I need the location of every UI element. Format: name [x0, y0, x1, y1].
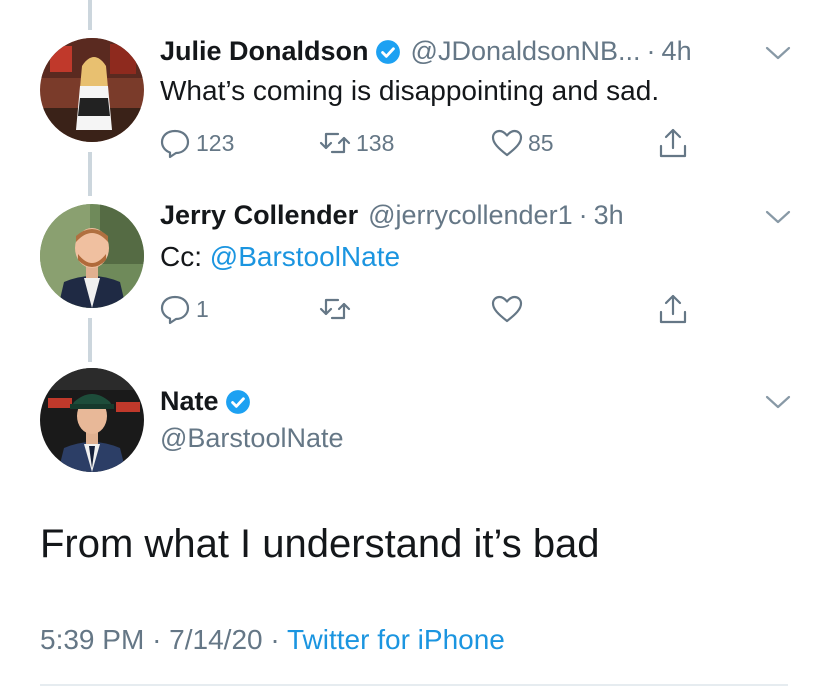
- chevron-down-icon[interactable]: [765, 209, 791, 225]
- thread-line-middle: [88, 152, 92, 196]
- like-button[interactable]: [490, 292, 528, 326]
- retweet-icon: [319, 132, 351, 154]
- author-name[interactable]: Julie Donaldson: [160, 36, 369, 67]
- thread-line-bottom: [88, 318, 92, 362]
- author-name[interactable]: Nate: [160, 386, 219, 417]
- tweet-text-prefix: Cc:: [160, 241, 210, 272]
- tweet-actions: 123 138 85: [158, 126, 698, 162]
- reply-icon: [160, 295, 190, 325]
- tweet-header: Jerry Collender @jerrycollender1 · 3h: [160, 200, 624, 231]
- tweet-header: Julie Donaldson @JDonaldsonNB... · 4h: [160, 36, 692, 67]
- tweet-date: 7/14/20: [169, 624, 263, 655]
- author-handle[interactable]: @BarstoolNate: [160, 423, 344, 454]
- retweet-button[interactable]: 138: [318, 126, 394, 160]
- thread-line-top: [88, 0, 92, 30]
- tweet-timestamp[interactable]: 4h: [662, 36, 692, 67]
- like-icon: [491, 295, 523, 323]
- separator-dot: ·: [646, 36, 656, 66]
- tweet-time: 5:39 PM: [40, 624, 145, 655]
- retweet-button[interactable]: [318, 292, 356, 326]
- main-tweet-text: From what I understand it’s bad: [40, 522, 600, 566]
- separator-dot: ·: [270, 624, 280, 655]
- share-icon: [659, 294, 687, 324]
- tweet-header: Nate: [160, 386, 251, 417]
- retweet-icon: [319, 298, 351, 320]
- chevron-down-icon[interactable]: [765, 45, 791, 61]
- tweet-text: Cc: @BarstoolNate: [160, 241, 400, 273]
- author-handle[interactable]: @jerrycollender1: [368, 200, 573, 231]
- author-handle[interactable]: @JDonaldsonNB...: [411, 36, 641, 67]
- tweet-meta: 5:39 PM · 7/14/20 · Twitter for iPhone: [40, 624, 505, 656]
- tweet-source-link[interactable]: Twitter for iPhone: [287, 624, 505, 655]
- retweet-count: 138: [356, 129, 395, 156]
- like-icon: [491, 129, 523, 157]
- like-button[interactable]: 85: [490, 126, 554, 160]
- separator-dot: ·: [152, 624, 162, 655]
- tweet-timestamp[interactable]: 3h: [594, 200, 624, 231]
- chevron-down-icon[interactable]: [765, 394, 791, 410]
- author-name[interactable]: Jerry Collender: [160, 200, 358, 231]
- like-count: 85: [528, 129, 554, 156]
- verified-badge-icon: [375, 39, 400, 64]
- divider: [40, 684, 788, 686]
- reply-button[interactable]: 1: [158, 292, 209, 326]
- avatar[interactable]: [40, 368, 144, 472]
- reply-icon: [160, 129, 190, 159]
- tweet-text: What’s coming is disappointing and sad.: [160, 75, 660, 106]
- mention-link[interactable]: @BarstoolNate: [210, 241, 400, 272]
- share-button[interactable]: [656, 126, 690, 160]
- separator-dot: ·: [578, 200, 588, 230]
- verified-badge-icon: [225, 389, 250, 414]
- reply-button[interactable]: 123: [158, 126, 234, 160]
- tweet-actions: 1: [158, 292, 698, 328]
- avatar[interactable]: [40, 204, 144, 308]
- reply-count: 123: [196, 129, 235, 156]
- avatar[interactable]: [40, 38, 144, 142]
- reply-count: 1: [196, 295, 209, 322]
- share-icon: [659, 128, 687, 158]
- share-button[interactable]: [656, 292, 690, 326]
